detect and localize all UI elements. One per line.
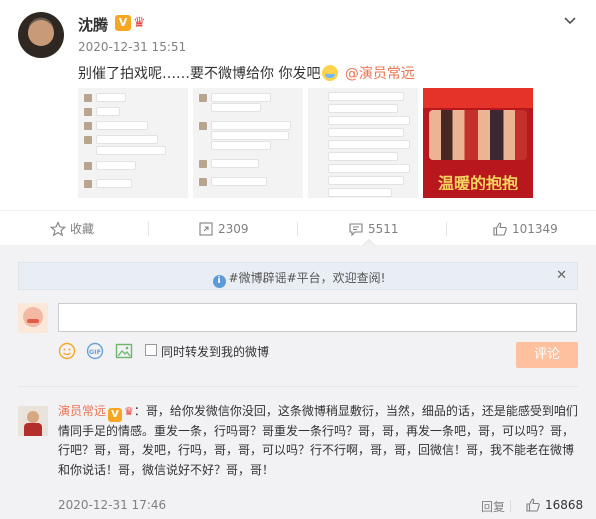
member-crown-icon: ♛ [124,405,134,418]
close-icon[interactable]: ✕ [556,268,567,283]
image-grid: 温暖的抱抱 [78,88,580,198]
member-crown-icon: ♛ [133,15,146,31]
gif-icon[interactable]: GIF [86,342,104,360]
current-user-avatar [18,303,48,333]
info-icon: i [212,275,226,288]
emoji-icon[interactable] [58,342,76,360]
svg-text:GIF: GIF [89,348,101,356]
poster-title: 温暖的抱抱 [437,174,518,190]
divider [18,386,578,387]
movie-poster-thumbnail[interactable]: 温暖的抱抱 [423,88,533,198]
author-name[interactable]: 沈腾 [78,14,108,35]
star-icon [50,221,66,237]
thumbs-up-icon [493,222,507,236]
post-text: 别催了拍戏呢……要不微博给你 你发吧 @演员常远 [78,63,415,83]
weibo-post: 沈腾 V ♛ 2020-12-31 15:51 别催了拍戏呢……要不微博给你 你… [0,0,596,210]
repost-icon [199,222,213,236]
submit-comment-button[interactable]: 评论 [516,342,578,368]
like-count: 101349 [512,222,558,236]
comment-icon [349,223,363,237]
repost-checkbox-label[interactable]: 同时转发到我的微博 [161,343,269,360]
comment-input[interactable] [58,303,577,332]
post-text-body: 别催了拍戏呢……要不微博给你 你发吧 [78,66,321,82]
comment-like-count: 16868 [545,498,584,512]
comment-timestamp: 2020-12-31 17:46 [58,498,167,512]
repost-count: 2309 [218,222,249,236]
chat-screenshot-thumbnail[interactable] [78,88,188,198]
comment-section: i #微博辟谣#平台，欢迎查阅! ✕ GIF 同时转发到我的微博 评论 演员常远 V… [0,246,596,519]
verified-badge-icon: V [115,15,131,31]
chat-screenshot-thumbnail[interactable] [193,88,303,198]
notice-bar: i #微博辟谣#平台，欢迎查阅! ✕ [18,262,578,290]
divider [510,500,511,512]
comment-body: 演员常远 V ♛：哥，给你发微信你没回，这条微博稍显敷衍，当然，细品的话，还是能感受… [58,402,580,480]
image-icon[interactable] [115,342,133,360]
author-avatar[interactable] [18,12,64,58]
thumbs-up-icon[interactable] [525,497,541,513]
comment-text: ：哥，给你发微信你没回，这条微博稍显敷衍，当然，细品的话，还是能感受到咱们情同手… [58,404,578,477]
chevron-down-icon[interactable] [562,12,578,28]
post-timestamp[interactable]: 2020-12-31 15:51 [78,40,186,54]
notice-text[interactable]: #微博辟谣#平台，欢迎查阅! [229,271,386,285]
favorite-label: 收藏 [70,222,95,236]
emoji-icon [322,65,339,81]
chat-screenshot-thumbnail[interactable] [308,88,418,198]
reply-button[interactable]: 回复 [481,498,505,515]
verified-badge-icon: V [108,408,123,422]
commenter-avatar[interactable] [18,406,48,436]
mention-link[interactable]: @演员常远 [345,66,415,82]
repost-checkbox[interactable] [145,344,157,356]
commenter-name[interactable]: 演员常远 [58,404,106,418]
action-bar: 收藏 2309 5511 101349 [0,210,596,254]
